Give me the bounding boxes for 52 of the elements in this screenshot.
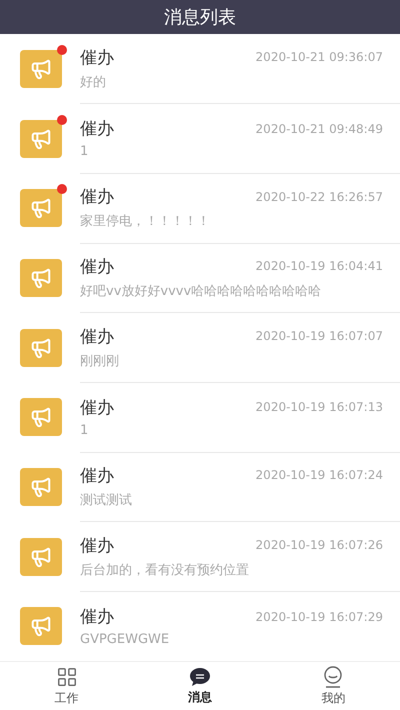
message-title: 催办	[80, 606, 114, 628]
chat-bubble-icon	[188, 666, 211, 687]
message-item[interactable]: 催办 2020-10-19 16:04:41 好吧vv放好好vvvv哈哈哈哈哈哈哈哈哈哈	[0, 243, 400, 313]
message-time: 2020-10-19 16:07:26	[256, 538, 383, 552]
megaphone-icon	[30, 546, 52, 568]
megaphone-icon	[30, 197, 52, 220]
message-item[interactable]: 催办 2020-10-19 16:07:07 刚刚刚	[0, 312, 400, 382]
message-time: 2020-10-19 16:07:29	[256, 610, 383, 624]
message-title: 催办	[80, 396, 114, 419]
message-text: 1	[80, 144, 90, 160]
message-time: 2020-10-21 09:36:07	[256, 50, 383, 64]
message-text: 好吧vv放好好vvvv哈哈哈哈哈哈哈哈哈哈	[80, 282, 322, 300]
megaphone-icon	[30, 476, 52, 498]
message-item[interactable]: 催办 2020-10-19 16:07:26 后台加的，看有没有预约位置	[0, 522, 400, 592]
message-text: 刚刚刚	[80, 352, 120, 370]
page-title: 消息列表	[164, 6, 236, 29]
message-time: 2020-10-21 09:48:49	[256, 122, 383, 136]
message-text: 后台加的，看有没有预约位置	[80, 562, 250, 579]
message-title: 催办	[80, 534, 114, 557]
nav-tab[interactable]: 消息	[133, 662, 267, 710]
megaphone-icon	[30, 406, 52, 428]
message-title: 催办	[80, 464, 114, 487]
message-item[interactable]: 催办 2020-10-19 16:07:13 1	[0, 382, 400, 452]
nav-tab[interactable]: 我的	[266, 662, 400, 710]
message-time: 2020-10-19 16:04:41	[256, 259, 383, 274]
message-text: GVPGEWGWE	[80, 632, 170, 648]
message-item[interactable]: 催办 2020-10-19 16:07:29 GVPGEWGWE	[0, 592, 400, 662]
message-text: 测试测试	[80, 492, 133, 509]
message-time: 2020-10-19 16:07:24	[256, 468, 383, 482]
message-text: 好的	[80, 74, 107, 91]
megaphone-icon	[30, 336, 52, 359]
message-item[interactable]: 催办 2020-10-21 09:48:49 1	[0, 104, 400, 174]
megaphone-icon	[30, 128, 52, 150]
message-item[interactable]: 催办 2020-10-22 16:26:57 家里停电，！！！！！	[0, 173, 400, 244]
message-time: 2020-10-22 16:26:57	[256, 190, 383, 204]
message-time: 2020-10-19 16:07:13	[256, 400, 383, 414]
message-title: 催办	[80, 256, 114, 278]
message-time: 2020-10-19 16:07:07	[256, 329, 383, 344]
megaphone-icon	[30, 266, 52, 289]
megaphone-icon	[30, 615, 52, 638]
face-icon	[323, 666, 344, 688]
message-title: 催办	[80, 326, 114, 348]
message-text: 家里停电，！！！！！	[80, 213, 211, 230]
message-title: 催办	[80, 118, 114, 140]
nav-tab[interactable]: 工作	[0, 662, 134, 710]
message-item[interactable]: 催办 2020-10-21 09:36:07 好的	[0, 34, 400, 104]
grid-icon	[56, 666, 78, 688]
message-text: 1	[80, 422, 90, 438]
message-item[interactable]: 催办 2020-10-19 16:07:24 测试测试	[0, 452, 400, 522]
message-title: 催办	[80, 46, 114, 69]
megaphone-icon	[30, 58, 52, 80]
message-title: 催办	[80, 186, 114, 208]
